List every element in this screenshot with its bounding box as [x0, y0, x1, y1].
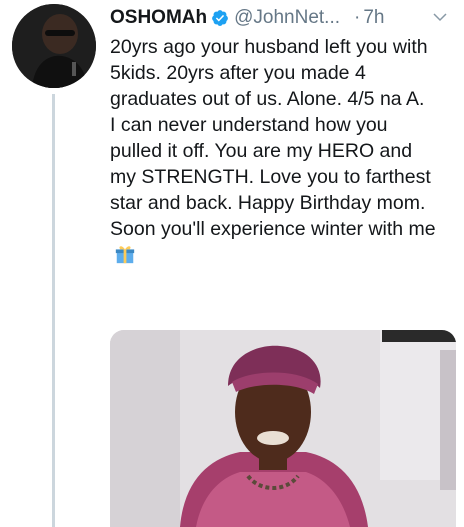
- tweet-paragraph-2: I can never understand how you pulled it…: [110, 112, 440, 268]
- user-handle[interactable]: @JohnNet...: [234, 7, 340, 29]
- display-name[interactable]: OSHOMAh: [110, 7, 207, 29]
- avatar[interactable]: [12, 4, 96, 88]
- tweet-header: OSHOMAh @JohnNet... · 7h: [110, 6, 384, 30]
- verified-badge-icon: [212, 10, 228, 26]
- tweet-paragraph-2-text: I can never understand how you pulled it…: [110, 114, 436, 240]
- tweet[interactable]: OSHOMAh @JohnNet... · 7h 20yrs ago your …: [0, 0, 464, 527]
- separator-dot: ·: [354, 7, 361, 28]
- thread-line: [52, 94, 55, 527]
- tweet-paragraph-1: 20yrs ago your husband left you with 5ki…: [110, 36, 428, 110]
- chevron-down-icon[interactable]: [431, 8, 449, 26]
- tweet-photo[interactable]: [110, 330, 456, 527]
- tweet-text: 20yrs ago your husband left you with 5ki…: [110, 34, 440, 268]
- timestamp[interactable]: 7h: [363, 7, 384, 29]
- gift-icon: [115, 246, 135, 264]
